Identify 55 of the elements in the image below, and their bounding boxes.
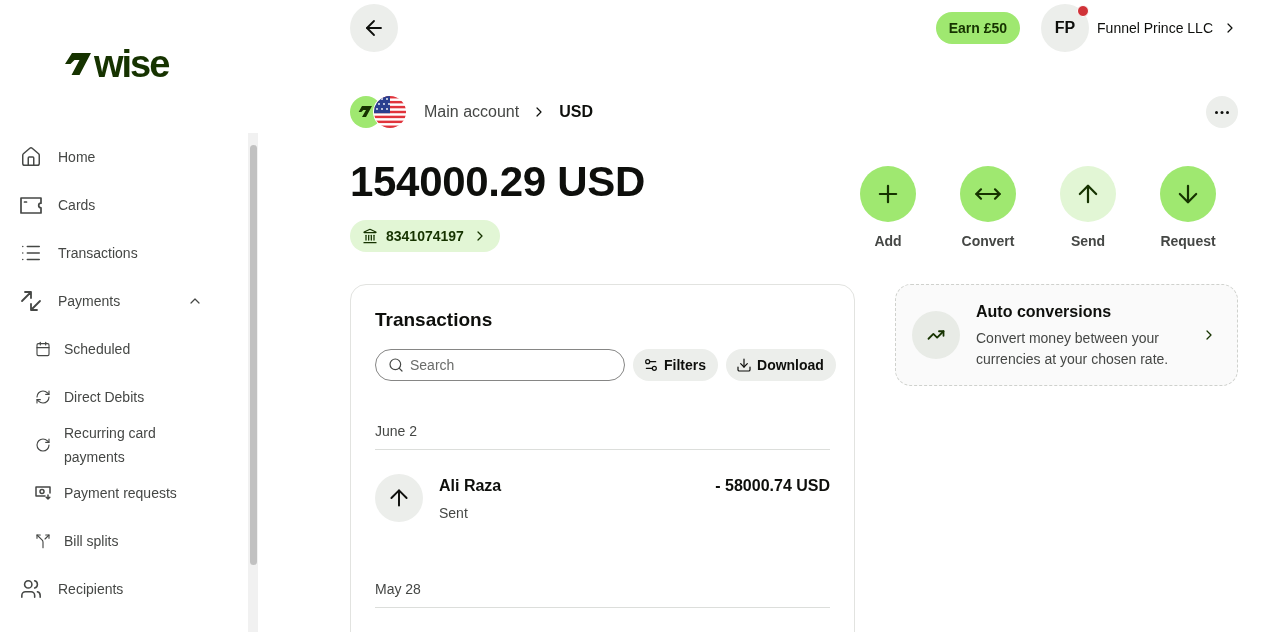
nav-item[interactable]: Transactions bbox=[0, 229, 248, 277]
account-number-button[interactable]: 8341074197 bbox=[350, 220, 500, 252]
toolbar-button[interactable]: Filters bbox=[633, 349, 718, 381]
transaction-status: Sent bbox=[439, 504, 469, 523]
banknote-icon bbox=[35, 486, 51, 500]
rotate-icon bbox=[35, 437, 51, 453]
refresh-icon bbox=[35, 389, 51, 405]
breadcrumb-link[interactable]: Main account bbox=[424, 103, 520, 121]
action-button[interactable]: Request bbox=[1150, 166, 1226, 249]
split-icon bbox=[35, 533, 51, 549]
nav-item[interactable]: Recipients bbox=[0, 565, 248, 613]
card-icon bbox=[20, 196, 42, 214]
bank-icon bbox=[362, 228, 378, 244]
scrollbar-thumb[interactable] bbox=[249, 145, 257, 565]
nav-item[interactable]: Cards bbox=[0, 181, 248, 229]
toolbar-button[interactable]: Download bbox=[726, 349, 836, 381]
search-field[interactable]: Search bbox=[375, 349, 625, 381]
download-icon bbox=[736, 357, 752, 373]
auto-conversions-card[interactable]: Auto conversions Convert money between your currencies at your chosen rate. bbox=[895, 284, 1238, 386]
nav-subitem[interactable]: Scheduled bbox=[0, 325, 248, 373]
logo-wordmark: wise bbox=[94, 49, 169, 79]
nav-subitem[interactable]: Recurring card payments bbox=[0, 421, 248, 469]
arrow-up-icon bbox=[375, 474, 423, 522]
action-button[interactable]: Add bbox=[850, 166, 926, 249]
nav-subitem[interactable]: Payment requests bbox=[0, 469, 248, 517]
promo-description: Convert money between your currencies at your chosen rate. bbox=[976, 329, 1170, 369]
nav-subitem[interactable]: Direct Debits bbox=[0, 373, 248, 421]
calendar-icon bbox=[35, 341, 51, 357]
logo-mark-icon bbox=[65, 53, 91, 75]
avatar[interactable]: FP bbox=[1041, 4, 1090, 52]
date-heading: June 2 bbox=[375, 419, 830, 450]
transaction-name[interactable]: Ali Raza bbox=[439, 474, 502, 498]
scrollbar[interactable] bbox=[248, 133, 258, 632]
back-button[interactable] bbox=[350, 4, 398, 52]
balance-amount: 154000.29 USD bbox=[350, 158, 645, 206]
transaction-amount: - 58000.74 USD bbox=[715, 476, 830, 496]
nav-item[interactable]: Payments bbox=[0, 277, 248, 325]
arrows-icon bbox=[20, 290, 42, 312]
house-icon bbox=[20, 146, 42, 168]
trending-up-icon bbox=[912, 311, 960, 359]
action-button[interactable]: Convert bbox=[950, 166, 1026, 249]
more-button[interactable] bbox=[1206, 96, 1238, 128]
ellipsis-icon bbox=[1215, 110, 1229, 114]
breadcrumb-current: USD bbox=[559, 103, 593, 121]
promo-title: Auto conversions bbox=[976, 302, 1113, 322]
nav-subitem[interactable]: Bill splits bbox=[0, 517, 248, 565]
card-title: Transactions bbox=[375, 308, 494, 332]
us-flag-icon bbox=[373, 95, 407, 129]
nav-item[interactable]: Home bbox=[0, 133, 248, 181]
search-icon bbox=[388, 357, 404, 373]
sliders-icon bbox=[643, 357, 659, 373]
earn-button[interactable]: Earn £50 bbox=[935, 12, 1021, 44]
date-heading: May 28 bbox=[375, 577, 830, 608]
people-icon bbox=[20, 578, 42, 600]
account-button[interactable]: Funnel Prince LLC bbox=[1097, 12, 1238, 44]
